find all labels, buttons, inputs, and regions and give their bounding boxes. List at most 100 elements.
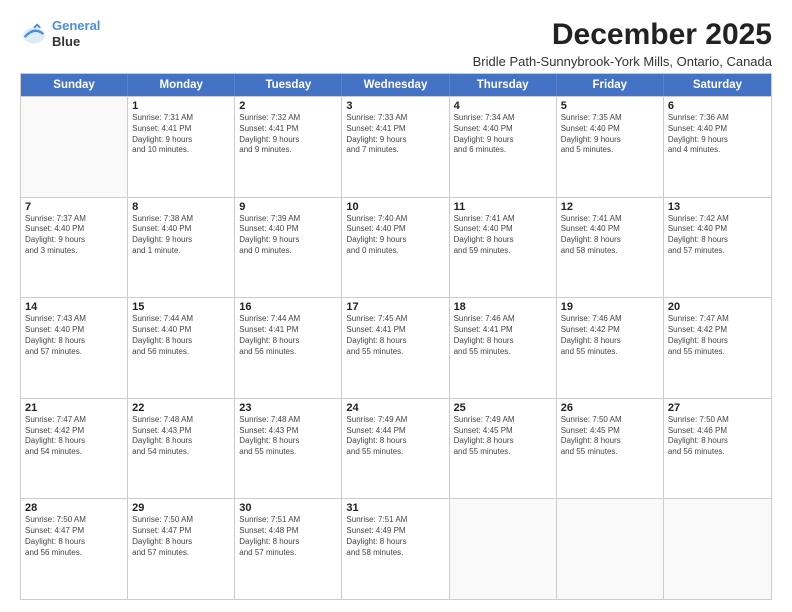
cell-info-line: Daylight: 8 hours (25, 336, 123, 347)
cell-info-line: and 57 minutes. (239, 548, 337, 559)
subtitle: Bridle Path-Sunnybrook-York Mills, Ontar… (473, 54, 772, 69)
cal-cell-r5-c7 (664, 499, 771, 599)
cell-info-line: Daylight: 9 hours (561, 135, 659, 146)
calendar-row-4: 21Sunrise: 7:47 AMSunset: 4:42 PMDayligh… (21, 398, 771, 499)
header-tuesday: Tuesday (235, 74, 342, 96)
cell-info-line: Sunset: 4:41 PM (454, 325, 552, 336)
calendar-row-2: 7Sunrise: 7:37 AMSunset: 4:40 PMDaylight… (21, 197, 771, 298)
cal-cell-r3-c5: 18Sunrise: 7:46 AMSunset: 4:41 PMDayligh… (450, 298, 557, 398)
cell-info-line: Sunrise: 7:45 AM (346, 314, 444, 325)
cell-info-line: Sunrise: 7:41 AM (561, 214, 659, 225)
cal-cell-r1-c6: 5Sunrise: 7:35 AMSunset: 4:40 PMDaylight… (557, 97, 664, 197)
cell-info-line: Sunset: 4:40 PM (25, 224, 123, 235)
cal-cell-r3-c2: 15Sunrise: 7:44 AMSunset: 4:40 PMDayligh… (128, 298, 235, 398)
cell-info-line: Sunset: 4:40 PM (346, 224, 444, 235)
cell-info-line: Sunrise: 7:50 AM (25, 515, 123, 526)
cell-info-line: Sunset: 4:40 PM (25, 325, 123, 336)
cell-info-line: Daylight: 9 hours (346, 135, 444, 146)
cal-cell-r1-c2: 1Sunrise: 7:31 AMSunset: 4:41 PMDaylight… (128, 97, 235, 197)
calendar-header: Sunday Monday Tuesday Wednesday Thursday… (21, 74, 771, 96)
cell-info-line: Daylight: 8 hours (454, 436, 552, 447)
cell-info-line: Sunrise: 7:37 AM (25, 214, 123, 225)
title-block: December 2025 Bridle Path-Sunnybrook-Yor… (473, 18, 772, 69)
cal-cell-r3-c4: 17Sunrise: 7:45 AMSunset: 4:41 PMDayligh… (342, 298, 449, 398)
cell-info-line: Daylight: 9 hours (668, 135, 767, 146)
day-number: 30 (239, 502, 337, 514)
cell-info-line: and 56 minutes. (668, 447, 767, 458)
cell-info-line: Sunrise: 7:41 AM (454, 214, 552, 225)
cell-info-line: and 7 minutes. (346, 145, 444, 156)
cell-info-line: and 57 minutes. (25, 347, 123, 358)
cell-info-line: Sunrise: 7:38 AM (132, 214, 230, 225)
day-number: 10 (346, 201, 444, 213)
cell-info-line: Sunset: 4:48 PM (239, 526, 337, 537)
calendar-body: 1Sunrise: 7:31 AMSunset: 4:41 PMDaylight… (21, 96, 771, 599)
cell-info-line: Sunset: 4:41 PM (239, 124, 337, 135)
page: General Blue December 2025 Bridle Path-S… (0, 0, 792, 612)
logo: General Blue (20, 18, 100, 49)
cell-info-line: Sunset: 4:46 PM (668, 426, 767, 437)
cal-cell-r2-c1: 7Sunrise: 7:37 AMSunset: 4:40 PMDaylight… (21, 198, 128, 298)
cell-info-line: Sunrise: 7:42 AM (668, 214, 767, 225)
cell-info-line: Daylight: 8 hours (561, 235, 659, 246)
cal-cell-r1-c7: 6Sunrise: 7:36 AMSunset: 4:40 PMDaylight… (664, 97, 771, 197)
cell-info-line: Sunrise: 7:47 AM (668, 314, 767, 325)
cal-cell-r2-c5: 11Sunrise: 7:41 AMSunset: 4:40 PMDayligh… (450, 198, 557, 298)
cell-info-line: and 57 minutes. (668, 246, 767, 257)
day-number: 20 (668, 301, 767, 313)
cell-info-line: Sunrise: 7:46 AM (561, 314, 659, 325)
cell-info-line: Sunrise: 7:34 AM (454, 113, 552, 124)
cell-info-line: and 55 minutes. (346, 347, 444, 358)
cell-info-line: and 55 minutes. (561, 447, 659, 458)
cal-cell-r4-c7: 27Sunrise: 7:50 AMSunset: 4:46 PMDayligh… (664, 399, 771, 499)
cell-info-line: Daylight: 8 hours (668, 336, 767, 347)
cell-info-line: and 55 minutes. (239, 447, 337, 458)
cal-cell-r3-c1: 14Sunrise: 7:43 AMSunset: 4:40 PMDayligh… (21, 298, 128, 398)
cal-cell-r2-c4: 10Sunrise: 7:40 AMSunset: 4:40 PMDayligh… (342, 198, 449, 298)
cell-info-line: and 5 minutes. (561, 145, 659, 156)
day-number: 27 (668, 402, 767, 414)
cell-info-line: Daylight: 9 hours (132, 235, 230, 246)
day-number: 25 (454, 402, 552, 414)
header-monday: Monday (128, 74, 235, 96)
cell-info-line: Daylight: 8 hours (454, 336, 552, 347)
cell-info-line: Daylight: 9 hours (239, 135, 337, 146)
cal-cell-r5-c5 (450, 499, 557, 599)
cell-info-line: Sunset: 4:47 PM (25, 526, 123, 537)
cell-info-line: Daylight: 8 hours (25, 537, 123, 548)
day-number: 24 (346, 402, 444, 414)
day-number: 23 (239, 402, 337, 414)
cell-info-line: and 10 minutes. (132, 145, 230, 156)
cell-info-line: Sunset: 4:42 PM (668, 325, 767, 336)
cell-info-line: Daylight: 8 hours (346, 537, 444, 548)
cal-cell-r5-c2: 29Sunrise: 7:50 AMSunset: 4:47 PMDayligh… (128, 499, 235, 599)
cal-cell-r5-c4: 31Sunrise: 7:51 AMSunset: 4:49 PMDayligh… (342, 499, 449, 599)
cal-cell-r2-c2: 8Sunrise: 7:38 AMSunset: 4:40 PMDaylight… (128, 198, 235, 298)
cell-info-line: Sunrise: 7:33 AM (346, 113, 444, 124)
day-number: 14 (25, 301, 123, 313)
day-number: 3 (346, 100, 444, 112)
cell-info-line: Sunset: 4:45 PM (561, 426, 659, 437)
cell-info-line: Sunset: 4:40 PM (454, 224, 552, 235)
cell-info-line: Sunrise: 7:51 AM (239, 515, 337, 526)
cell-info-line: Daylight: 8 hours (239, 436, 337, 447)
cal-cell-r3-c3: 16Sunrise: 7:44 AMSunset: 4:41 PMDayligh… (235, 298, 342, 398)
cell-info-line: and 54 minutes. (132, 447, 230, 458)
cell-info-line: Sunrise: 7:31 AM (132, 113, 230, 124)
cell-info-line: Sunset: 4:47 PM (132, 526, 230, 537)
header-wednesday: Wednesday (342, 74, 449, 96)
cell-info-line: Sunrise: 7:49 AM (346, 415, 444, 426)
cell-info-line: Sunset: 4:40 PM (668, 224, 767, 235)
cell-info-line: Sunset: 4:41 PM (239, 325, 337, 336)
cal-cell-r4-c2: 22Sunrise: 7:48 AMSunset: 4:43 PMDayligh… (128, 399, 235, 499)
cell-info-line: Daylight: 9 hours (454, 135, 552, 146)
cal-cell-r4-c5: 25Sunrise: 7:49 AMSunset: 4:45 PMDayligh… (450, 399, 557, 499)
cell-info-line: Sunset: 4:42 PM (25, 426, 123, 437)
day-number: 26 (561, 402, 659, 414)
cal-cell-r2-c3: 9Sunrise: 7:39 AMSunset: 4:40 PMDaylight… (235, 198, 342, 298)
cell-info-line: Sunset: 4:45 PM (454, 426, 552, 437)
cell-info-line: Sunrise: 7:49 AM (454, 415, 552, 426)
cell-info-line: Daylight: 8 hours (132, 336, 230, 347)
cell-info-line: Sunrise: 7:32 AM (239, 113, 337, 124)
cell-info-line: Sunrise: 7:47 AM (25, 415, 123, 426)
